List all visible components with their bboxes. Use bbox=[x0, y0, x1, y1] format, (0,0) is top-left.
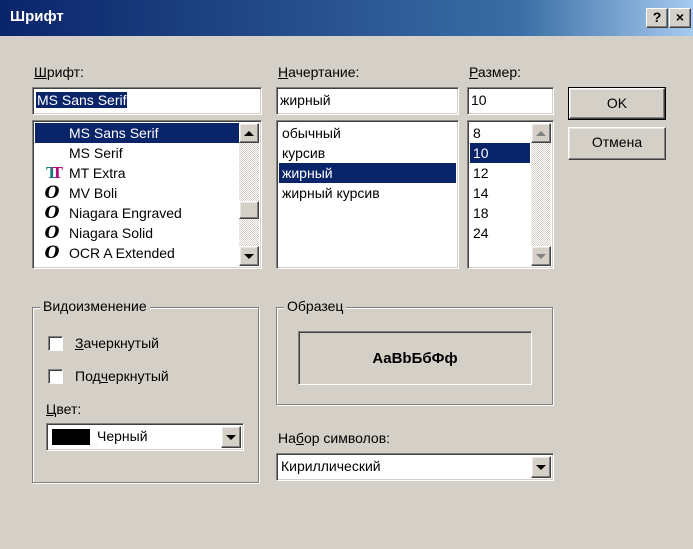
font-label: Шрифт: bbox=[34, 64, 84, 80]
ok-button[interactable]: OK bbox=[569, 88, 665, 119]
opentype-icon: O bbox=[44, 183, 60, 203]
size-list-item[interactable]: 10 bbox=[470, 143, 530, 163]
size-label: Размер: bbox=[469, 64, 522, 80]
font-list-item[interactable]: MS Serif bbox=[35, 143, 239, 163]
size-scroll-up-button[interactable] bbox=[531, 123, 551, 143]
underline-label[interactable]: Подчеркнутый bbox=[75, 368, 169, 384]
font-list-item[interactable]: TT MT Extra bbox=[35, 163, 239, 183]
opentype-icon: O bbox=[44, 223, 60, 243]
font-scrollbar[interactable] bbox=[239, 123, 259, 266]
size-list-item[interactable]: 12 bbox=[470, 163, 530, 183]
down-arrow-icon bbox=[244, 253, 254, 259]
size-list-item[interactable]: 14 bbox=[470, 183, 530, 203]
font-list-item[interactable]: O OCR A Extended bbox=[35, 243, 239, 263]
charset-label: Набор символов: bbox=[278, 430, 391, 446]
size-listbox[interactable]: 8 10 12 14 18 24 bbox=[467, 120, 554, 269]
font-list-item-label: MS Sans Serif bbox=[69, 125, 159, 141]
style-listbox[interactable]: обычный курсив жирный жирный курсив bbox=[276, 120, 459, 269]
style-list-item[interactable]: жирный курсив bbox=[279, 183, 456, 203]
font-scroll-down-button[interactable] bbox=[239, 246, 259, 266]
effects-group bbox=[32, 307, 259, 483]
color-select[interactable]: Черный bbox=[46, 423, 244, 451]
truetype-icon: TT bbox=[46, 164, 63, 182]
font-list-item[interactable]: MS Sans Serif bbox=[35, 123, 239, 143]
style-list-item[interactable]: жирный bbox=[279, 163, 456, 183]
color-dropdown-button[interactable] bbox=[221, 426, 241, 448]
size-input[interactable]: 10 bbox=[467, 87, 554, 115]
strikeout-checkbox[interactable] bbox=[48, 336, 63, 351]
opentype-icon: O bbox=[44, 243, 60, 263]
size-scroll-down-button[interactable] bbox=[531, 246, 551, 266]
color-swatch bbox=[52, 429, 90, 445]
size-list-item[interactable]: 8 bbox=[470, 123, 530, 143]
style-label: Начертание: bbox=[278, 64, 360, 80]
charset-select[interactable]: Кириллический bbox=[276, 453, 554, 481]
sample-text: AaBbБбФф bbox=[372, 349, 458, 367]
down-arrow-icon bbox=[536, 253, 546, 259]
help-button[interactable]: ? bbox=[646, 8, 668, 28]
font-scroll-up-button[interactable] bbox=[239, 123, 259, 143]
window-title: Шрифт bbox=[10, 8, 64, 25]
up-arrow-icon bbox=[536, 130, 546, 136]
font-input-value: MS Sans Serif bbox=[36, 92, 128, 108]
font-list-item-label: Niagara Engraved bbox=[69, 205, 182, 221]
font-list-item[interactable]: O Niagara Solid bbox=[35, 223, 239, 243]
style-input[interactable]: жирный bbox=[276, 87, 459, 115]
ok-button-frame: OK bbox=[568, 87, 666, 120]
size-list-item[interactable]: 18 bbox=[470, 203, 530, 223]
up-arrow-icon bbox=[244, 130, 254, 136]
font-input[interactable]: MS Sans Serif bbox=[32, 87, 262, 115]
style-list: обычный курсив жирный жирный курсив bbox=[279, 123, 456, 266]
sample-group-title: Образец bbox=[284, 298, 347, 314]
color-label: Цвет: bbox=[46, 401, 82, 417]
strikeout-label[interactable]: Зачеркнутый bbox=[75, 335, 159, 351]
charset-dropdown-button[interactable] bbox=[531, 456, 551, 478]
font-list-item-label: OCR A Extended bbox=[69, 245, 175, 261]
style-list-item[interactable]: курсив bbox=[279, 143, 456, 163]
chevron-down-icon bbox=[226, 434, 236, 440]
size-scrollbar[interactable] bbox=[531, 123, 551, 266]
font-list-item-label: MV Boli bbox=[69, 185, 118, 201]
underline-checkbox[interactable] bbox=[48, 369, 63, 384]
close-button[interactable]: × bbox=[669, 8, 691, 28]
size-list-item[interactable]: 24 bbox=[470, 223, 530, 243]
cancel-button[interactable]: Отмена bbox=[568, 127, 666, 160]
opentype-icon: O bbox=[44, 203, 60, 223]
charset-select-value: Кириллический bbox=[281, 458, 381, 474]
size-list: 8 10 12 14 18 24 bbox=[470, 123, 530, 266]
style-list-item[interactable]: обычный bbox=[279, 123, 456, 143]
effects-group-title: Видоизменение bbox=[40, 298, 150, 314]
font-list-item[interactable]: O Niagara Engraved bbox=[35, 203, 239, 223]
font-listbox[interactable]: MS Sans Serif MS Serif TT MT Extra O MV Boli O… bbox=[32, 120, 262, 269]
color-select-value: Черный bbox=[97, 428, 148, 444]
sample-preview: AaBbБбФф bbox=[298, 331, 532, 385]
font-list: MS Sans Serif MS Serif TT MT Extra O MV Boli O… bbox=[35, 123, 239, 268]
title-bar bbox=[0, 0, 693, 36]
font-list-item-label: MS Serif bbox=[69, 145, 123, 161]
font-list-item-label: MT Extra bbox=[69, 165, 126, 181]
chevron-down-icon bbox=[536, 464, 546, 470]
font-scroll-thumb[interactable] bbox=[239, 201, 259, 219]
font-list-item-label: Niagara Solid bbox=[69, 225, 154, 241]
font-list-item[interactable]: O MV Boli bbox=[35, 183, 239, 203]
